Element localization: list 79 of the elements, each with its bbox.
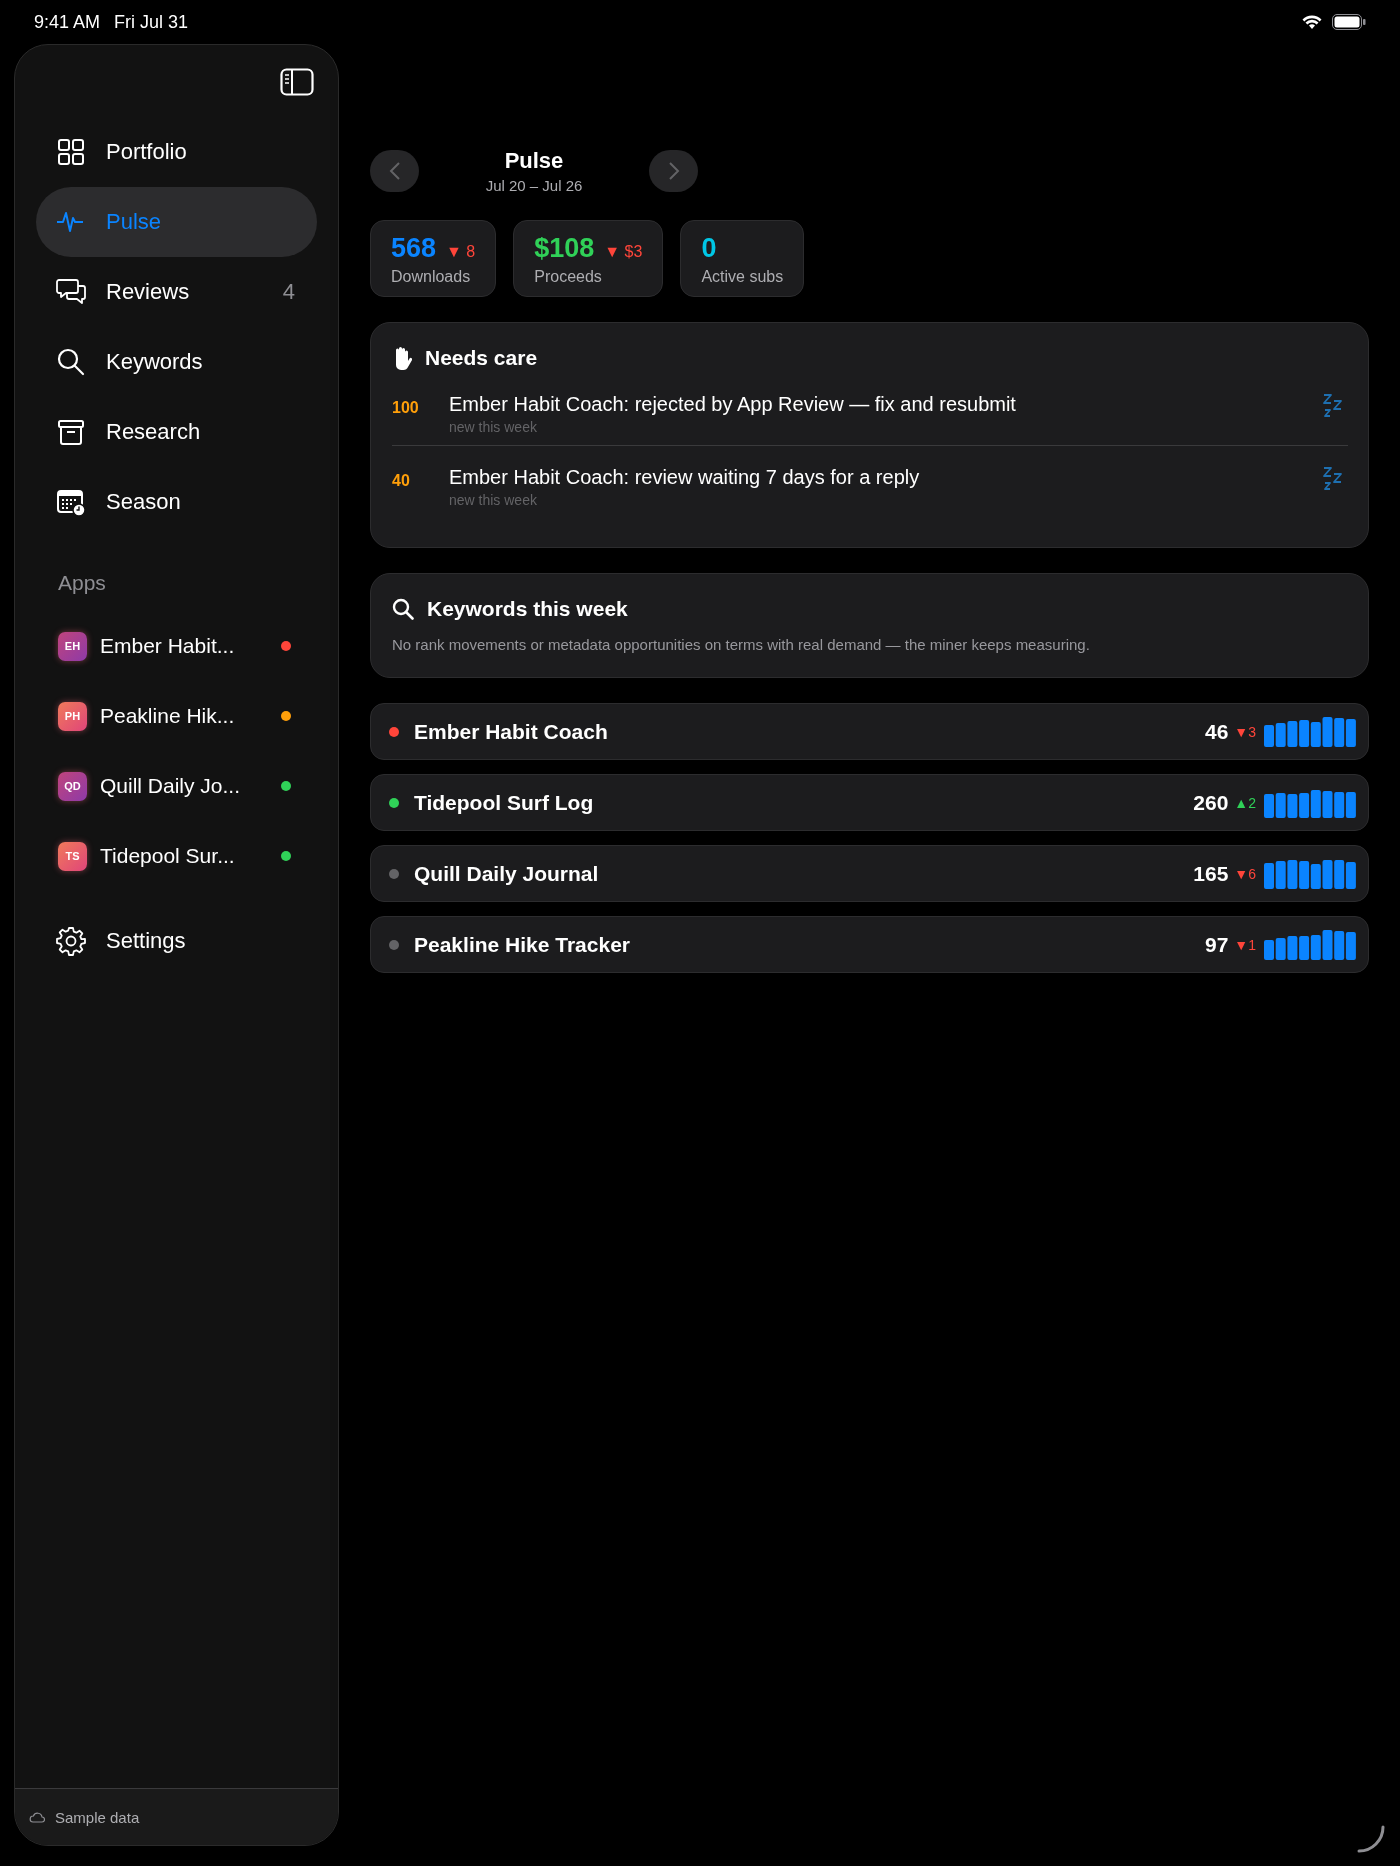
app-initials-badge: QD xyxy=(58,771,87,801)
snooze-icon[interactable] xyxy=(1322,393,1344,419)
app-row[interactable]: Peakline Hike Tracker 97 ▼1 xyxy=(370,916,1369,973)
sidebar-item[interactable]: Pulse xyxy=(36,187,317,257)
app-row[interactable]: Tidepool Surf Log 260 ▲2 xyxy=(370,774,1369,831)
stat-value: $108 xyxy=(534,233,595,264)
previous-button[interactable] xyxy=(370,150,419,192)
chat-bubbles-icon xyxy=(56,277,86,307)
stat-label: Active subs xyxy=(701,268,784,286)
status-time: 9:41 AM xyxy=(34,11,101,33)
settings-item[interactable]: Settings xyxy=(36,906,317,976)
rank-change: ▼6 xyxy=(1234,865,1256,882)
app-item[interactable]: QD Quill Daily Jo... xyxy=(36,751,317,821)
cloud-icon xyxy=(29,1811,45,1823)
rank-change: ▼3 xyxy=(1234,723,1256,740)
app-row[interactable]: Quill Daily Journal 165 ▼6 xyxy=(370,845,1369,902)
app-item[interactable]: PH Peakline Hik... xyxy=(36,681,317,751)
sidebar-item[interactable]: Season xyxy=(36,467,317,537)
app-name: Peakline Hik... xyxy=(100,704,235,728)
stat-value: 568 xyxy=(391,233,437,264)
sidebar-item[interactable]: Reviews 4 xyxy=(36,257,317,327)
search-icon xyxy=(392,598,414,620)
calendar-clock-icon xyxy=(56,487,86,517)
chevron-right-icon xyxy=(667,161,680,181)
rank-change: ▼1 xyxy=(1234,936,1256,953)
stat-change: ▼ 8 xyxy=(446,243,476,261)
archive-box-icon xyxy=(56,417,86,447)
rank-value: 46 xyxy=(1205,719,1229,744)
corner-arc-icon xyxy=(1356,1824,1386,1854)
rank-value: 260 xyxy=(1193,790,1229,815)
card-title: Needs care xyxy=(425,346,538,370)
app-name: Peakline Hike Tracker xyxy=(414,932,631,957)
priority-score: 40 xyxy=(392,471,411,490)
sidebar-item[interactable]: Research xyxy=(36,397,317,467)
app-name: Ember Habit Coach xyxy=(414,719,609,744)
app-initials-badge: TS xyxy=(58,841,87,871)
date-range: Jul 20 – Jul 26 xyxy=(484,177,584,194)
app-name: Tidepool Sur... xyxy=(100,844,235,868)
care-text: Ember Habit Coach: review waiting 7 days for a reply xyxy=(449,466,921,489)
care-item[interactable]: 100 Ember Habit Coach: rejected by App Review — fix and resubmit new this week xyxy=(392,373,1348,441)
care-note: new this week xyxy=(449,492,538,508)
page-title: Pulse xyxy=(503,148,565,174)
next-button[interactable] xyxy=(649,150,698,192)
count-label: 4 xyxy=(282,279,295,305)
stat-label: Downloads xyxy=(391,268,472,286)
care-note: new this week xyxy=(449,419,538,435)
app-name: Ember Habit... xyxy=(100,634,235,658)
stat-change: ▼ $3 xyxy=(604,243,643,261)
card-title: Keywords this week xyxy=(427,597,628,621)
sidebar-item[interactable]: Keywords xyxy=(36,327,317,397)
sidebar-item[interactable]: Portfolio xyxy=(36,117,317,187)
wifi-icon xyxy=(1302,14,1322,30)
app-initials-badge: PH xyxy=(58,701,87,731)
stat-value: 0 xyxy=(701,233,717,264)
sidebar-toggle-icon[interactable] xyxy=(280,68,314,96)
grid-icon xyxy=(56,137,86,167)
app-name: Tidepool Surf Log xyxy=(414,790,595,815)
rank-change: ▲2 xyxy=(1234,794,1256,811)
keywords-message: No rank movements or metadata opportunities on terms with real demand — the miner keeps measuring. xyxy=(392,636,1091,653)
rank-value: 97 xyxy=(1205,932,1229,957)
rank-value: 165 xyxy=(1193,861,1229,886)
chevron-left-icon xyxy=(388,161,401,181)
section-header: Apps xyxy=(58,570,106,596)
app-item[interactable]: EH Ember Habit... xyxy=(36,611,317,681)
footer-label: Sample data xyxy=(55,1808,140,1826)
settings-icon xyxy=(56,926,86,956)
priority-score: 100 xyxy=(392,398,420,417)
app-item[interactable]: TS Tidepool Sur... xyxy=(36,821,317,891)
snooze-icon[interactable] xyxy=(1322,466,1344,492)
care-text: Ember Habit Coach: rejected by App Review — fix and resubmit xyxy=(449,393,1017,416)
care-item[interactable]: 40 Ember Habit Coach: review waiting 7 days for a reply new this week xyxy=(392,446,1348,514)
stat-label: Proceeds xyxy=(534,268,603,286)
app-name: Quill Daily Journal xyxy=(414,861,600,886)
status-date: Fri Jul 31 xyxy=(114,11,189,33)
battery-icon xyxy=(1332,14,1366,30)
app-name: Quill Daily Jo... xyxy=(100,774,241,798)
search-icon xyxy=(56,347,86,377)
app-initials-badge: EH xyxy=(58,631,87,661)
app-row[interactable]: Ember Habit Coach 46 ▼3 xyxy=(370,703,1369,760)
